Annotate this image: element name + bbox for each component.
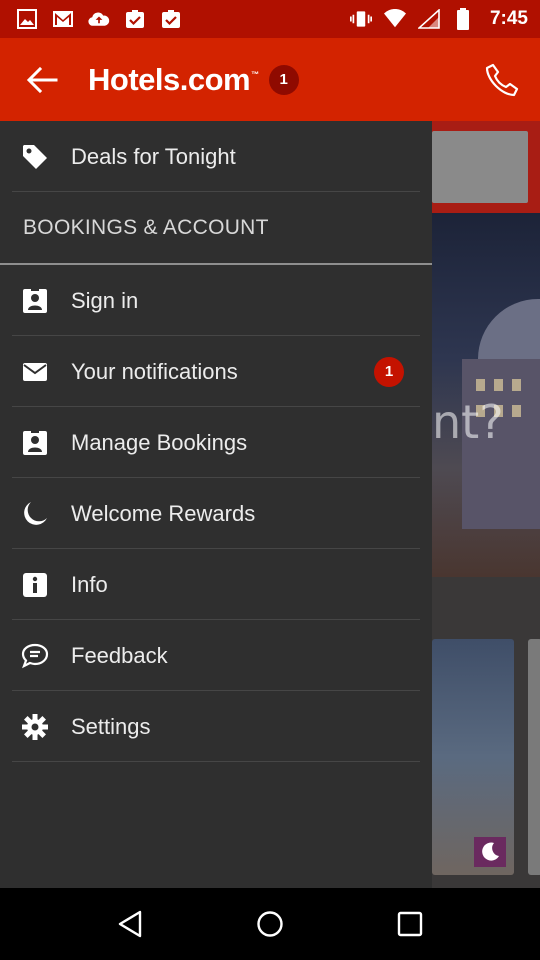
status-notification-icons	[16, 8, 182, 30]
drawer-item-label: Feedback	[71, 642, 168, 668]
hotels-logo[interactable]: Hotels.com™	[88, 62, 259, 98]
divider	[12, 761, 420, 762]
drawer-item-label: Welcome Rewards	[71, 500, 256, 526]
status-system-icons: 7:45	[349, 8, 528, 30]
notification-badge[interactable]: 1	[268, 64, 299, 95]
drawer-item-label: Deals for Tonight	[71, 143, 236, 169]
drawer-item-info[interactable]: Info	[0, 549, 432, 620]
image-icon	[16, 8, 38, 30]
drawer-item-your-notifications[interactable]: Your notifications 1	[0, 336, 432, 407]
cloud-upload-icon	[88, 8, 110, 30]
circle-home-icon	[257, 911, 283, 937]
drawer-item-feedback[interactable]: Feedback	[0, 620, 432, 691]
status-time: 7:45	[489, 8, 528, 29]
nav-home-button[interactable]	[240, 894, 300, 954]
drawer-item-label: Settings	[71, 713, 151, 739]
notifications-count-badge: 1	[374, 356, 404, 387]
hero-text-fragment: nt?	[432, 395, 504, 449]
signal-icon	[417, 8, 440, 30]
building-window	[512, 379, 521, 391]
rewards-moon-badge	[474, 837, 506, 867]
gmail-icon	[52, 8, 74, 30]
triangle-back-icon	[118, 910, 142, 938]
drawer-item-label: Sign in	[71, 287, 139, 313]
drawer-item-sign-in[interactable]: Sign in	[0, 265, 432, 336]
hotel-card-image	[528, 639, 540, 875]
battery-icon	[452, 8, 474, 30]
logo-trademark: ™	[251, 69, 259, 79]
tag-icon	[20, 142, 50, 172]
back-button[interactable]	[10, 48, 74, 112]
search-field-background	[432, 131, 528, 203]
section-header-bookings-account: BOOKINGS & ACCOUNT	[0, 192, 432, 265]
divider	[12, 191, 420, 192]
building-window	[476, 379, 485, 391]
building-window	[512, 405, 521, 417]
clipboard-check-icon	[124, 8, 146, 30]
system-navigation-bar	[0, 888, 540, 960]
phone-icon	[485, 63, 519, 96]
vibrate-icon	[349, 8, 372, 30]
drawer-item-deals-for-tonight[interactable]: Deals for Tonight	[0, 121, 432, 192]
clipboard-check-icon	[160, 8, 182, 30]
contact-card-icon	[20, 286, 50, 316]
nav-recents-button[interactable]	[380, 894, 440, 954]
gear-icon	[20, 712, 50, 742]
chat-bubble-icon	[20, 641, 50, 671]
status-bar: 7:45	[0, 0, 540, 38]
drawer-item-label: Info	[71, 571, 108, 597]
nav-back-button[interactable]	[100, 894, 160, 954]
drawer-item-welcome-rewards[interactable]: Welcome Rewards	[0, 478, 432, 549]
arrow-left-icon	[26, 66, 58, 93]
app-bar: Hotels.com™ 1	[0, 38, 540, 121]
drawer-item-settings[interactable]: Settings	[0, 691, 432, 762]
moon-icon	[482, 842, 499, 861]
drawer-item-label: Manage Bookings	[71, 429, 248, 455]
contact-card-icon	[20, 428, 50, 458]
logo-text: Hotels.com	[88, 61, 251, 97]
envelope-icon	[20, 357, 50, 387]
drawer-item-label: Your notifications	[71, 358, 238, 384]
moon-icon	[20, 499, 50, 529]
navigation-drawer: Deals for Tonight BOOKINGS & ACCOUNT Sig…	[0, 121, 432, 888]
building-window	[494, 379, 503, 391]
wifi-icon	[383, 8, 406, 30]
square-recents-icon	[397, 911, 423, 937]
drawer-item-manage-bookings[interactable]: Manage Bookings	[0, 407, 432, 478]
call-button[interactable]	[478, 56, 526, 104]
info-icon	[20, 570, 50, 600]
